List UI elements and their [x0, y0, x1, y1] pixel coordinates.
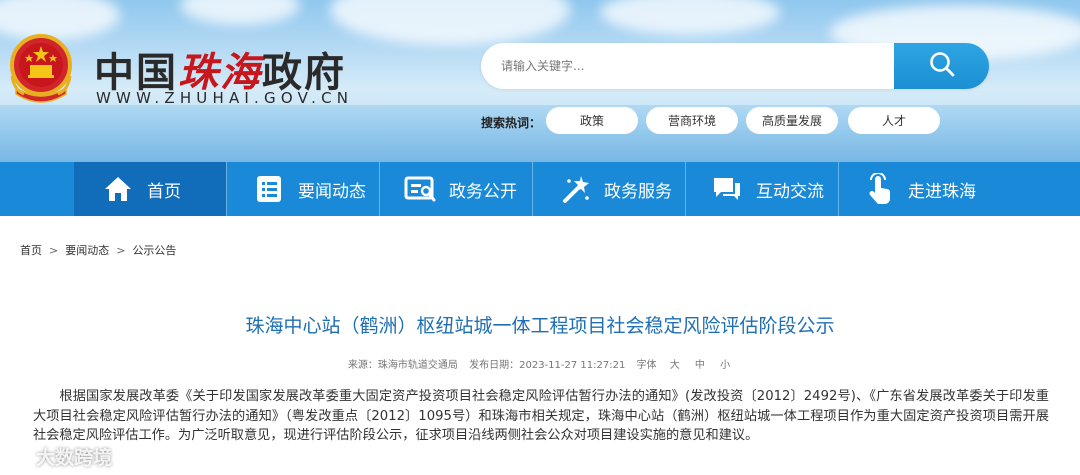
breadcrumb-separator-icon: >	[116, 243, 126, 257]
hot-tag[interactable]: 高质量发展	[746, 107, 838, 134]
hot-tag[interactable]: 政策	[546, 107, 638, 134]
nav-item-service[interactable]: 政务服务	[533, 162, 685, 216]
main-nav: 首页 要闻动态 政务公开 政务服务 互动交流 走进珠海	[0, 162, 1080, 216]
nav-item-label: 走进珠海	[908, 181, 976, 202]
font-size-label: 字体	[636, 360, 657, 371]
cloud-decoration	[180, 0, 300, 25]
search-icon	[928, 50, 956, 82]
breadcrumb-separator-icon: >	[49, 243, 59, 257]
watermark-logo-icon	[8, 442, 36, 471]
nav-item-disclosure[interactable]: 政务公开	[380, 162, 532, 216]
nav-item-label: 政务公开	[449, 181, 517, 202]
font-size-large-button[interactable]: 大	[670, 360, 680, 371]
home-icon	[102, 173, 134, 205]
article-source: 来源：珠海市轨道交通局	[347, 360, 458, 371]
hot-tag[interactable]: 营商环境	[646, 107, 738, 134]
nav-item-news[interactable]: 要闻动态	[227, 162, 379, 216]
nav-item-home[interactable]: 首页	[74, 162, 226, 216]
article-meta: 来源：珠海市轨道交通局 发布日期：2023-11-27 11:27:21 字体 …	[0, 356, 1080, 371]
search-input[interactable]	[481, 43, 893, 89]
cloud-decoration	[330, 0, 570, 45]
nav-item-about-zhuhai[interactable]: 走进珠海	[839, 162, 991, 216]
watermark: 大数跨境	[8, 442, 112, 471]
breadcrumb-link-home[interactable]: 首页	[20, 242, 42, 258]
header-banner: 中国珠海政府 WWW.ZHUHAI.GOV.CN 搜索热词： 政策 营商环境 高…	[0, 0, 1080, 162]
hot-tag[interactable]: 人才	[848, 107, 940, 134]
news-list-icon	[253, 173, 285, 205]
breadcrumb-link-news[interactable]: 要闻动态	[65, 242, 109, 258]
national-emblem-icon	[8, 32, 74, 106]
nav-item-label: 首页	[147, 181, 181, 202]
nav-item-label: 互动交流	[756, 181, 824, 202]
nav-item-label: 要闻动态	[298, 181, 366, 202]
breadcrumb: 首页 > 要闻动态 > 公示公告	[20, 242, 176, 258]
font-size-small-button[interactable]: 小	[720, 360, 730, 371]
watermark-text: 大数跨境	[36, 447, 113, 469]
article-body: 根据国家发展改革委《关于印发国家发展改革委重大固定资产投资项目社会稳定风险评估暂…	[33, 389, 1049, 443]
service-wand-icon	[559, 173, 591, 205]
nav-item-interaction[interactable]: 互动交流	[686, 162, 838, 216]
site-url: WWW.ZHUHAI.GOV.CN	[96, 89, 354, 107]
article-title: 珠海中心站（鹤洲）枢纽站城一体工程项目社会稳定风险评估阶段公示	[245, 315, 835, 337]
disclosure-icon	[404, 173, 436, 205]
font-size-medium-button[interactable]: 中	[695, 360, 705, 371]
search-box	[481, 43, 989, 89]
cloud-decoration	[600, 0, 780, 35]
tap-hand-icon	[863, 173, 895, 205]
search-button[interactable]	[894, 43, 989, 89]
chat-icon	[711, 173, 743, 205]
hot-search-label: 搜索热词：	[481, 116, 542, 130]
nav-item-label: 政务服务	[604, 181, 672, 202]
breadcrumb-link-notices[interactable]: 公示公告	[132, 242, 176, 258]
article-date: 发布日期：2023-11-27 11:27:21	[469, 360, 626, 371]
